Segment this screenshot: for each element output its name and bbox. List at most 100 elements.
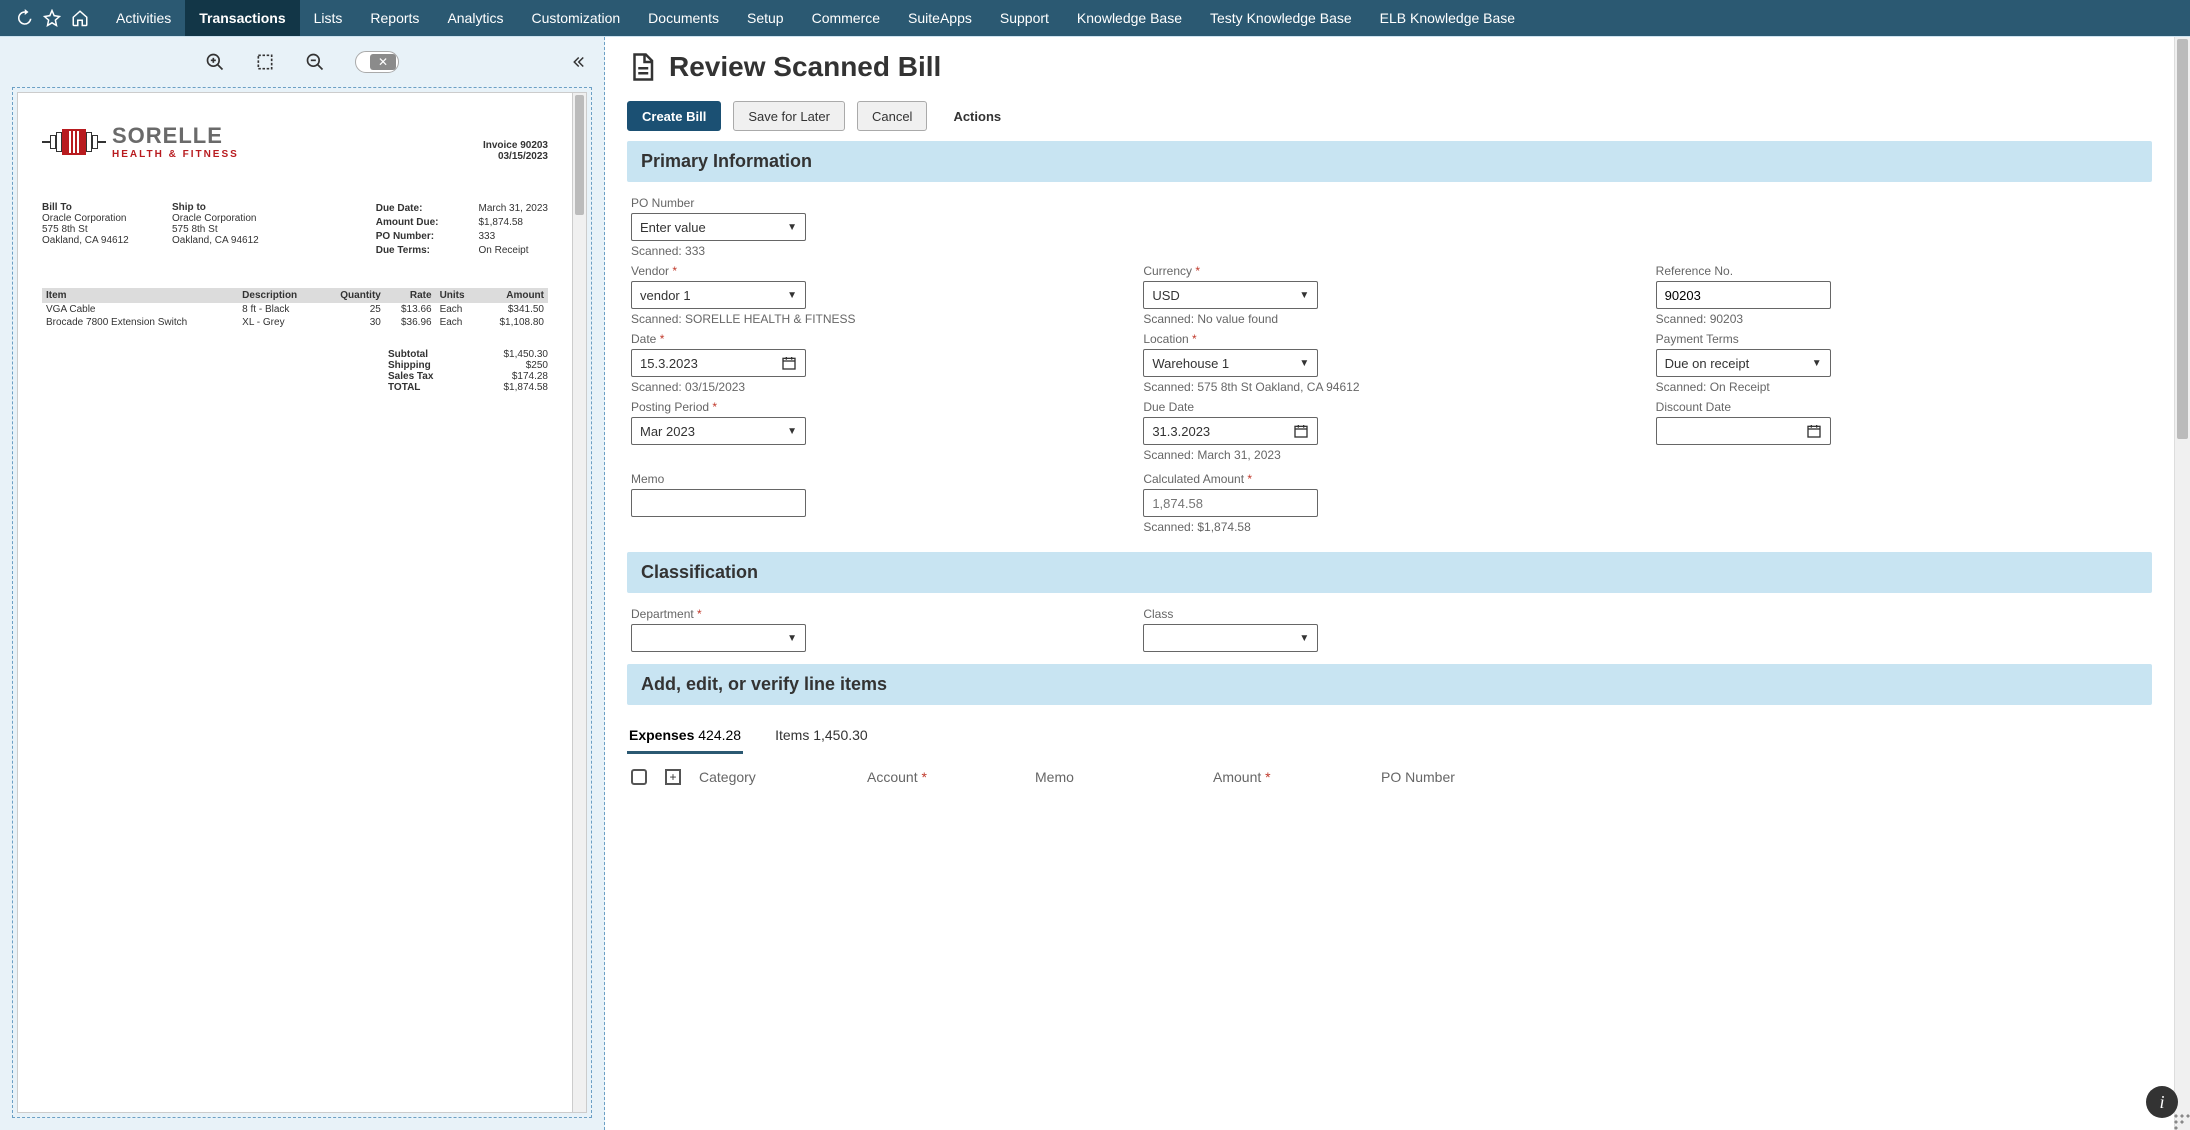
class-label: Class xyxy=(1143,607,1443,621)
col-amount: Amount * xyxy=(1213,769,1363,785)
calc-scanned: Scanned: $1,874.58 xyxy=(1143,520,1443,534)
preview-toggle[interactable]: ✕ xyxy=(355,51,399,73)
nav-documents[interactable]: Documents xyxy=(634,0,733,36)
discount-input[interactable] xyxy=(1656,417,1831,445)
terms-label: Payment Terms xyxy=(1656,332,1956,346)
line-items-header: + Category Account * Memo Amount * PO Nu… xyxy=(627,755,2152,799)
nav-analytics[interactable]: Analytics xyxy=(433,0,517,36)
location-label: Location * xyxy=(1143,332,1443,346)
po-number-value: Enter value xyxy=(640,220,706,235)
invoice-totals: Subtotal$1,450.30 Shipping$250 Sales Tax… xyxy=(42,349,548,393)
date-scanned: Scanned: 03/15/2023 xyxy=(631,380,931,394)
due-label: Due Date xyxy=(1143,400,1443,414)
chevron-down-icon: ▼ xyxy=(787,426,797,437)
bill-to: Bill To Oracle Corporation 575 8th St Oa… xyxy=(42,202,172,258)
nav-setup[interactable]: Setup xyxy=(733,0,798,36)
save-for-later-button[interactable]: Save for Later xyxy=(733,101,845,131)
currency-label: Currency * xyxy=(1143,264,1443,278)
action-buttons: Create Bill Save for Later Cancel Action… xyxy=(627,101,2152,131)
dept-select[interactable]: ▼ xyxy=(631,624,806,652)
nav-support[interactable]: Support xyxy=(986,0,1063,36)
currency-value: USD xyxy=(1152,288,1179,303)
line-item-tabs: Expenses 424.28 Items 1,450.30 xyxy=(627,719,2152,755)
invoice-summary: Due Date: Amount Due: PO Number: Due Ter… xyxy=(376,202,548,258)
date-input[interactable]: 15.3.2023 xyxy=(631,349,806,377)
home-icon[interactable] xyxy=(66,4,94,32)
preview-toolbar: ✕ xyxy=(0,37,604,87)
actions-menu[interactable]: Actions xyxy=(939,101,1015,131)
section-line-items: Add, edit, or verify line items xyxy=(627,664,2152,705)
col-memo: Memo xyxy=(1035,769,1195,785)
table-row: Brocade 7800 Extension Switch XL - Grey … xyxy=(42,316,548,329)
expand-all-icon[interactable]: + xyxy=(665,769,681,785)
nav-customization[interactable]: Customization xyxy=(517,0,634,36)
po-number-label: PO Number xyxy=(631,196,931,210)
terms-value: Due on receipt xyxy=(1665,356,1750,371)
nav-transactions[interactable]: Transactions xyxy=(185,0,299,36)
tab-items[interactable]: Items 1,450.30 xyxy=(773,719,870,754)
chevron-down-icon: ▼ xyxy=(1299,290,1309,301)
collapse-preview-icon[interactable] xyxy=(566,50,590,74)
preview-scrollbar[interactable] xyxy=(573,92,587,1113)
nav-kb[interactable]: Knowledge Base xyxy=(1063,0,1196,36)
due-value: 31.3.2023 xyxy=(1152,424,1210,439)
terms-select[interactable]: Due on receipt ▼ xyxy=(1656,349,1831,377)
page-icon xyxy=(627,52,657,82)
cancel-button[interactable]: Cancel xyxy=(857,101,927,131)
fit-icon[interactable] xyxy=(255,52,275,72)
memo-label: Memo xyxy=(631,472,931,486)
discount-label: Discount Date xyxy=(1656,400,1956,414)
po-number-scanned: Scanned: 333 xyxy=(631,244,931,258)
vendor-scanned: Scanned: SORELLE HEALTH & FITNESS xyxy=(631,312,931,326)
form-scrollbar[interactable] xyxy=(2174,37,2190,1130)
posting-label: Posting Period * xyxy=(631,400,931,414)
history-icon[interactable] xyxy=(10,4,38,32)
location-scanned: Scanned: 575 8th St Oakland, CA 94612 xyxy=(1143,380,1443,394)
create-bill-button[interactable]: Create Bill xyxy=(627,101,721,131)
class-select[interactable]: ▼ xyxy=(1143,624,1318,652)
zoom-in-icon[interactable] xyxy=(205,52,225,72)
nav-lists[interactable]: Lists xyxy=(300,0,357,36)
zoom-out-icon[interactable] xyxy=(305,52,325,72)
select-all-checkbox[interactable] xyxy=(631,769,647,785)
posting-select[interactable]: Mar 2023 ▼ xyxy=(631,417,806,445)
calc-input[interactable] xyxy=(1143,489,1318,517)
refno-input[interactable] xyxy=(1656,281,1831,309)
col-account: Account * xyxy=(867,769,1017,785)
table-row: VGA Cable 8 ft - Black 25 $13.66 Each $3… xyxy=(42,303,548,316)
ship-to: Ship to Oracle Corporation 575 8th St Oa… xyxy=(172,202,302,258)
top-nav: Activities Transactions Lists Reports An… xyxy=(0,0,2190,36)
tab-expenses[interactable]: Expenses 424.28 xyxy=(627,719,743,754)
resize-grip[interactable] xyxy=(2172,1112,2190,1130)
section-primary-info: Primary Information xyxy=(627,141,2152,182)
po-number-select[interactable]: Enter value ▼ xyxy=(631,213,806,241)
nav-suiteapps[interactable]: SuiteApps xyxy=(894,0,986,36)
nav-commerce[interactable]: Commerce xyxy=(798,0,894,36)
location-value: Warehouse 1 xyxy=(1152,356,1229,371)
page-title: Review Scanned Bill xyxy=(669,51,941,83)
star-icon[interactable] xyxy=(38,4,66,32)
nav-reports[interactable]: Reports xyxy=(356,0,433,36)
due-scanned: Scanned: March 31, 2023 xyxy=(1143,448,1443,462)
due-input[interactable]: 31.3.2023 xyxy=(1143,417,1318,445)
scanned-document[interactable]: SORELLE HEALTH & FITNESS Invoice 90203 0… xyxy=(17,92,573,1113)
currency-select[interactable]: USD ▼ xyxy=(1143,281,1318,309)
refno-scanned: Scanned: 90203 xyxy=(1656,312,1956,326)
nav-elb-kb[interactable]: ELB Knowledge Base xyxy=(1366,0,1529,36)
location-select[interactable]: Warehouse 1 ▼ xyxy=(1143,349,1318,377)
calc-label: Calculated Amount * xyxy=(1143,472,1443,486)
chevron-down-icon: ▼ xyxy=(1812,358,1822,369)
close-icon: ✕ xyxy=(370,54,396,70)
chevron-down-icon: ▼ xyxy=(787,222,797,233)
nav-activities[interactable]: Activities xyxy=(102,0,185,36)
vendor-label: Vendor * xyxy=(631,264,931,278)
nav-testy-kb[interactable]: Testy Knowledge Base xyxy=(1196,0,1366,36)
invoice-line-items: Item Description Quantity Rate Units Amo… xyxy=(42,288,548,329)
memo-input[interactable] xyxy=(631,489,806,517)
chevron-down-icon: ▼ xyxy=(1299,358,1309,369)
document-preview-pane: ✕ SOREL xyxy=(0,37,605,1130)
calendar-icon xyxy=(1293,423,1309,439)
refno-label: Reference No. xyxy=(1656,264,1956,278)
brand-tagline: HEALTH & FITNESS xyxy=(112,149,239,160)
vendor-select[interactable]: vendor 1 ▼ xyxy=(631,281,806,309)
